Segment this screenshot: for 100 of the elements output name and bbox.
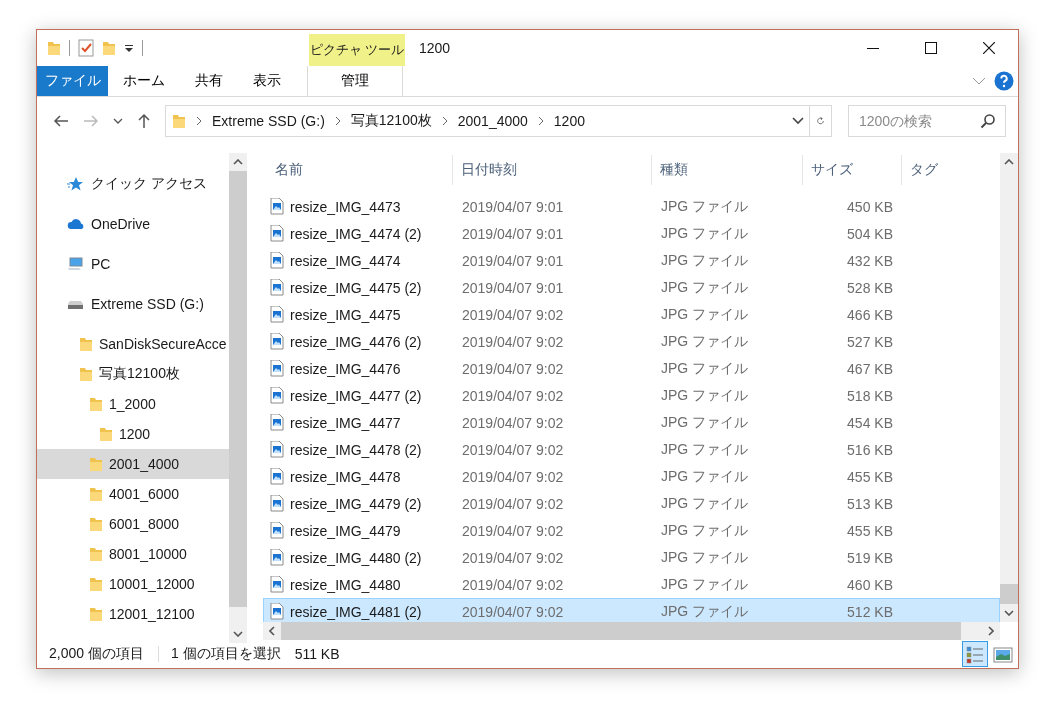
nav-item[interactable]: 8001_10000 <box>37 539 229 569</box>
file-row[interactable]: resize_IMG_4473 2019/04/07 9:01 JPG ファイル 450 KB <box>263 193 1000 220</box>
folder-icon <box>89 576 103 592</box>
table-cell: 432 KB <box>847 252 893 269</box>
file-row[interactable]: resize_IMG_4479 2019/04/07 9:02 JPG ファイル 455 KB <box>263 517 1000 544</box>
file-row[interactable]: resize_IMG_4475 2019/04/07 9:02 JPG ファイル 466 KB <box>263 301 1000 328</box>
scrollbar-thumb[interactable] <box>281 622 961 640</box>
nav-item[interactable]: 4001_6000 <box>37 479 229 509</box>
breadcrumb[interactable]: 写真12100枚 <box>350 112 432 130</box>
table-cell: 2019/04/07 9:02 <box>462 468 564 485</box>
file-name: resize_IMG_4475 (2) <box>290 279 422 296</box>
nav-item[interactable]: 12001_12100 <box>37 599 229 629</box>
image-file-icon <box>270 252 284 269</box>
nav-item[interactable]: SanDiskSecureAcce <box>37 329 229 359</box>
details-view-icon <box>965 644 985 664</box>
scrollbar-thumb[interactable] <box>1000 584 1018 604</box>
ribbon-tab[interactable]: 管理 <box>307 66 403 96</box>
table-cell: 2019/04/07 9:01 <box>462 225 564 242</box>
table-cell: 2019/04/07 9:01 <box>462 252 564 269</box>
table-cell: 2019/04/07 9:02 <box>462 414 564 431</box>
forward-arrow-icon <box>83 114 99 128</box>
file-row[interactable]: resize_IMG_4474 2019/04/07 9:01 JPG ファイル 432 KB <box>263 247 1000 274</box>
ribbon-tab[interactable]: 表示 <box>238 66 296 96</box>
selection-size: 511 KB <box>294 646 341 662</box>
ribbon-tab[interactable]: ファイル <box>37 66 108 96</box>
table-cell: JPG ファイル <box>661 467 749 484</box>
nav-item[interactable]: 1_2000 <box>37 389 229 419</box>
column-header[interactable]: サイズ <box>811 161 853 177</box>
table-cell: 2019/04/07 9:02 <box>462 495 564 512</box>
file-row[interactable]: resize_IMG_4475 (2) 2019/04/07 9:01 JPG ファイル 528 KB <box>263 274 1000 301</box>
file-name: resize_IMG_4476 (2) <box>290 333 422 350</box>
image-file-icon <box>270 495 284 512</box>
nav-item[interactable]: 2001_4000 <box>37 449 229 479</box>
file-row[interactable]: resize_IMG_4476 (2) 2019/04/07 9:02 JPG ファイル 527 KB <box>263 328 1000 355</box>
up-arrow-icon <box>137 113 151 129</box>
landscape-thumbnail-icon <box>993 644 1013 664</box>
ribbon-tab[interactable]: 共有 <box>180 66 238 96</box>
scroll-up-icon[interactable] <box>1004 159 1014 165</box>
checklist-icon[interactable] <box>78 39 94 57</box>
table-cell: 2019/04/07 9:02 <box>462 576 564 593</box>
nav-item[interactable]: クイック アクセス <box>37 169 229 199</box>
table-cell: 2019/04/07 9:02 <box>462 441 564 458</box>
chevron-right-icon <box>334 116 341 126</box>
file-row[interactable]: resize_IMG_4477 (2) 2019/04/07 9:02 JPG ファイル 518 KB <box>263 382 1000 409</box>
file-row[interactable]: resize_IMG_4480 (2) 2019/04/07 9:02 JPG ファイル 519 KB <box>263 544 1000 571</box>
folder-icon <box>47 40 61 56</box>
nav-item[interactable]: 写真12100枚 <box>37 359 229 389</box>
nav-item[interactable]: OneDrive <box>37 209 229 239</box>
file-row[interactable]: resize_IMG_4474 (2) 2019/04/07 9:01 JPG ファイル 504 KB <box>263 220 1000 247</box>
scroll-down-icon[interactable] <box>233 631 243 637</box>
column-header[interactable]: 種類 <box>660 161 688 177</box>
breadcrumb[interactable]: 2001_4000 <box>457 113 528 129</box>
cloud-icon <box>67 216 85 232</box>
table-cell: JPG ファイル <box>661 575 749 592</box>
dropdown-icon[interactable] <box>124 43 134 53</box>
star-icon <box>67 176 85 192</box>
file-row[interactable]: resize_IMG_4478 2019/04/07 9:02 JPG ファイル 455 KB <box>263 463 1000 490</box>
close-icon <box>983 42 995 54</box>
table-cell: 2019/04/07 9:01 <box>462 279 564 296</box>
scroll-up-icon[interactable] <box>233 159 243 165</box>
file-name: resize_IMG_4475 <box>290 306 401 323</box>
column-header[interactable]: 日付時刻 <box>461 161 517 177</box>
address-bar[interactable]: Extreme SSD (G:) 写真12100枚 2001_4000 1200 <box>165 105 832 137</box>
scroll-right-icon[interactable] <box>988 626 994 636</box>
column-header[interactable]: タグ <box>910 161 938 177</box>
nav-item[interactable]: 1200 <box>37 419 229 449</box>
file-row[interactable]: resize_IMG_4476 2019/04/07 9:02 JPG ファイル 467 KB <box>263 355 1000 382</box>
file-row[interactable]: resize_IMG_4480 2019/04/07 9:02 JPG ファイル 460 KB <box>263 571 1000 598</box>
view-button[interactable] <box>962 641 988 667</box>
file-row[interactable]: resize_IMG_4478 (2) 2019/04/07 9:02 JPG ファイル 516 KB <box>263 436 1000 463</box>
column-header[interactable]: 名前 <box>275 161 303 177</box>
nav-item[interactable]: 10001_12000 <box>37 569 229 599</box>
table-cell: JPG ファイル <box>661 386 749 403</box>
file-name: resize_IMG_4479 <box>290 522 401 539</box>
nav-item[interactable]: 6001_8000 <box>37 509 229 539</box>
image-file-icon <box>270 360 284 377</box>
table-cell: 513 KB <box>847 495 893 512</box>
table-cell: 2019/04/07 9:02 <box>462 360 564 377</box>
scrollbar-thumb[interactable] <box>229 171 247 607</box>
table-cell: 460 KB <box>847 576 893 593</box>
scroll-down-icon[interactable] <box>1004 610 1014 616</box>
help-icon[interactable] <box>994 71 1014 91</box>
nav-item[interactable]: PC <box>37 249 229 279</box>
image-file-icon <box>270 198 284 215</box>
table-cell: 2019/04/07 9:02 <box>462 549 564 566</box>
scroll-left-icon[interactable] <box>269 626 275 636</box>
folder-icon <box>89 456 103 472</box>
search-field[interactable]: 1200の検索 <box>848 105 1006 137</box>
table-cell: 2019/04/07 9:02 <box>462 387 564 404</box>
ribbon-tab[interactable]: ホーム <box>108 66 180 96</box>
table-cell: JPG ファイル <box>661 602 749 619</box>
breadcrumb[interactable]: 1200 <box>553 113 585 129</box>
chevron-down-icon[interactable] <box>792 117 804 125</box>
breadcrumb[interactable]: Extreme SSD (G:) <box>212 113 325 129</box>
image-file-icon <box>270 468 284 485</box>
table-cell: 516 KB <box>847 441 893 458</box>
table-cell: JPG ファイル <box>661 224 749 241</box>
file-row[interactable]: resize_IMG_4477 2019/04/07 9:02 JPG ファイル 454 KB <box>263 409 1000 436</box>
nav-item[interactable]: Extreme SSD (G:) <box>37 289 229 319</box>
file-row[interactable]: resize_IMG_4479 (2) 2019/04/07 9:02 JPG ファイル 513 KB <box>263 490 1000 517</box>
